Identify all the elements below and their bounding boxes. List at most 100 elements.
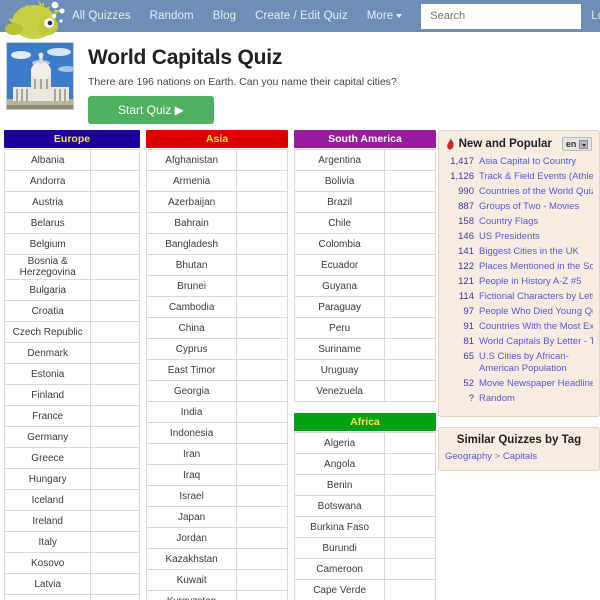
popular-quiz-link[interactable]: Groups of Two - Movies — [479, 201, 579, 213]
nav-item-more[interactable]: More — [367, 10, 403, 22]
answer-input-cell[interactable] — [90, 405, 140, 427]
answer-input-cell[interactable] — [384, 432, 436, 454]
answer-input-cell[interactable] — [384, 317, 436, 339]
answer-input-cell[interactable] — [236, 485, 288, 507]
play-count: 81 — [463, 336, 474, 347]
answer-input-cell[interactable] — [90, 170, 140, 192]
answer-input-cell[interactable] — [90, 489, 140, 511]
answer-input-cell[interactable] — [236, 443, 288, 465]
answer-input-cell[interactable] — [236, 338, 288, 360]
answer-input-cell[interactable] — [236, 170, 288, 192]
answer-input-cell[interactable] — [384, 296, 436, 318]
answer-input-cell[interactable] — [236, 422, 288, 444]
popular-quiz-link[interactable]: Countries of the World Quiz — [479, 186, 593, 198]
answer-input-cell[interactable] — [384, 338, 436, 360]
answer-input-cell[interactable] — [90, 573, 140, 595]
answer-input-cell[interactable] — [236, 380, 288, 402]
answer-input-cell[interactable] — [90, 510, 140, 532]
nav-item-random[interactable]: Random — [150, 10, 194, 22]
popular-quiz-link[interactable]: Track & Field Events (Athletics) — [479, 171, 593, 183]
popular-quiz-link[interactable]: Fictional Characters by Letter - O — [479, 291, 593, 303]
answer-input-cell[interactable] — [90, 342, 140, 364]
answer-input-cell[interactable] — [236, 254, 288, 276]
popular-list-item: 52 Movie Newspaper Headlines — [445, 378, 593, 390]
answer-input-cell[interactable] — [236, 191, 288, 213]
popular-quiz-link[interactable]: U.S Cities by African-American Populatio… — [479, 351, 593, 374]
answer-input-cell[interactable] — [384, 558, 436, 580]
answer-input-cell[interactable] — [236, 149, 288, 171]
start-quiz-button[interactable]: Start Quiz ▶ — [88, 96, 214, 124]
popular-quiz-link[interactable]: Asia Capital to Country — [479, 156, 576, 168]
answer-input-cell[interactable] — [90, 279, 140, 301]
tag-link-geography[interactable]: Geography — [445, 451, 492, 462]
nav-item-create-edit-quiz[interactable]: Create / Edit Quiz — [255, 10, 348, 22]
answer-input-cell[interactable] — [90, 426, 140, 448]
category-header-asia: Asia — [146, 130, 288, 148]
popular-quiz-link[interactable]: Country Flags — [479, 216, 538, 228]
answer-input-cell[interactable] — [384, 359, 436, 381]
answer-input-cell[interactable] — [384, 275, 436, 297]
country-name-cell: Burundi — [293, 537, 386, 559]
country-name-cell: Estonia — [3, 363, 92, 385]
answer-input-cell[interactable] — [236, 212, 288, 234]
answer-input-cell[interactable] — [90, 552, 140, 574]
answer-input-cell[interactable] — [236, 569, 288, 591]
popular-quiz-link[interactable]: Random — [479, 393, 515, 405]
answer-input-cell[interactable] — [384, 170, 436, 192]
answer-input-cell[interactable] — [90, 191, 140, 213]
pufferfish-logo[interactable] — [4, 0, 74, 44]
answer-input-cell[interactable] — [90, 531, 140, 553]
nav-label: More — [366, 10, 394, 22]
nav-item-blog[interactable]: Blog — [213, 10, 236, 22]
answer-input-cell[interactable] — [236, 317, 288, 339]
answer-input-cell[interactable] — [384, 380, 436, 402]
popular-quiz-link[interactable]: World Capitals By Letter - T — [479, 336, 593, 348]
answer-input-cell[interactable] — [384, 453, 436, 475]
popular-quiz-link[interactable]: Biggest Cities in the UK — [479, 246, 579, 258]
answer-input-cell[interactable] — [90, 594, 140, 600]
answer-input-cell[interactable] — [90, 149, 140, 171]
answer-input-cell[interactable] — [90, 384, 140, 406]
popular-quiz-link[interactable]: People in History A-Z #5 — [479, 276, 581, 288]
answer-input-cell[interactable] — [384, 191, 436, 213]
answer-input-cell[interactable] — [384, 212, 436, 234]
answer-input-cell[interactable] — [384, 495, 436, 517]
answer-input-cell[interactable] — [384, 149, 436, 171]
answer-input-cell[interactable] — [236, 296, 288, 318]
answer-input-cell[interactable] — [90, 363, 140, 385]
answer-input-cell[interactable] — [90, 321, 140, 343]
answer-input-cell[interactable] — [236, 464, 288, 486]
popular-quiz-link[interactable]: Countries With the Most Executions — [479, 321, 593, 333]
answer-input-cell[interactable] — [90, 233, 140, 255]
answer-input-cell[interactable] — [236, 506, 288, 528]
answer-input-cell[interactable] — [90, 447, 140, 469]
answer-input-cell[interactable] — [236, 590, 288, 600]
answer-input-cell[interactable] — [236, 275, 288, 297]
answer-input-cell[interactable] — [384, 474, 436, 496]
answer-input-cell[interactable] — [90, 468, 140, 490]
answer-input-cell[interactable] — [236, 401, 288, 423]
answer-input-cell[interactable] — [90, 300, 140, 322]
nav-item-all-quizzes[interactable]: All Quizzes — [72, 10, 131, 22]
login-create-account-link[interactable]: Login / Create Account — [591, 10, 600, 22]
answer-input-cell[interactable] — [384, 579, 436, 600]
popular-quiz-link[interactable]: People Who Died Young Quiz — [479, 306, 593, 318]
answer-input-cell[interactable] — [90, 212, 140, 234]
answer-input-cell[interactable] — [384, 254, 436, 276]
country-name-cell: Latvia — [3, 573, 92, 595]
answer-input-cell[interactable] — [236, 359, 288, 381]
answer-input-cell[interactable] — [384, 516, 436, 538]
popular-quiz-link[interactable]: Places Mentioned in the Song "Kokomo" — [479, 261, 593, 273]
tag-link-capitals[interactable]: Capitals — [503, 451, 537, 462]
language-select[interactable]: en — [561, 137, 593, 151]
popular-quiz-link[interactable]: Movie Newspaper Headlines — [479, 378, 593, 390]
answer-input-cell[interactable] — [90, 254, 140, 280]
column-europe: Europe Albania Andorra Austria Belarus Belgiu… — [3, 130, 140, 600]
answer-input-cell[interactable] — [236, 527, 288, 549]
answer-input-cell[interactable] — [384, 537, 436, 559]
search-input[interactable] — [421, 3, 582, 29]
answer-input-cell[interactable] — [236, 233, 288, 255]
answer-input-cell[interactable] — [384, 233, 436, 255]
popular-quiz-link[interactable]: US Presidents — [479, 231, 540, 243]
answer-input-cell[interactable] — [236, 548, 288, 570]
